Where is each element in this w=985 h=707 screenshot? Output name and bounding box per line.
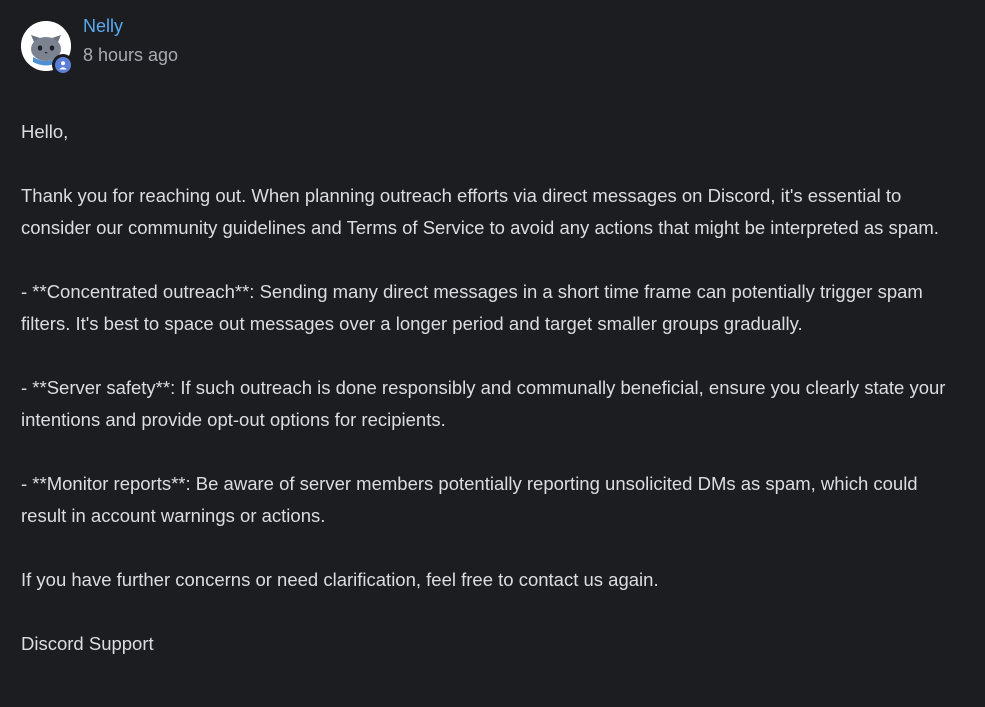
message-paragraph: Hello, <box>21 121 69 142</box>
message-paragraph: - **Monitor reports**: Be aware of serve… <box>21 473 918 526</box>
message-paragraph: If you have further concerns or need cla… <box>21 569 659 590</box>
message-signature: Discord Support <box>21 633 154 654</box>
user-status-icon <box>59 61 67 70</box>
status-badge <box>52 54 74 76</box>
author-name[interactable]: Nelly <box>83 15 123 37</box>
avatar[interactable] <box>21 21 74 76</box>
message-body: Hello, Thank you for reaching out. When … <box>21 116 961 660</box>
message-timestamp: 8 hours ago <box>83 45 179 65</box>
message-container: Nelly 8 hours ago Hello, Thank you for r… <box>0 0 985 707</box>
message-paragraph: - **Concentrated outreach**: Sending man… <box>21 281 923 334</box>
message-paragraph: - **Server safety**: If such outreach is… <box>21 377 946 430</box>
message-paragraph: Thank you for reaching out. When plannin… <box>21 185 939 238</box>
